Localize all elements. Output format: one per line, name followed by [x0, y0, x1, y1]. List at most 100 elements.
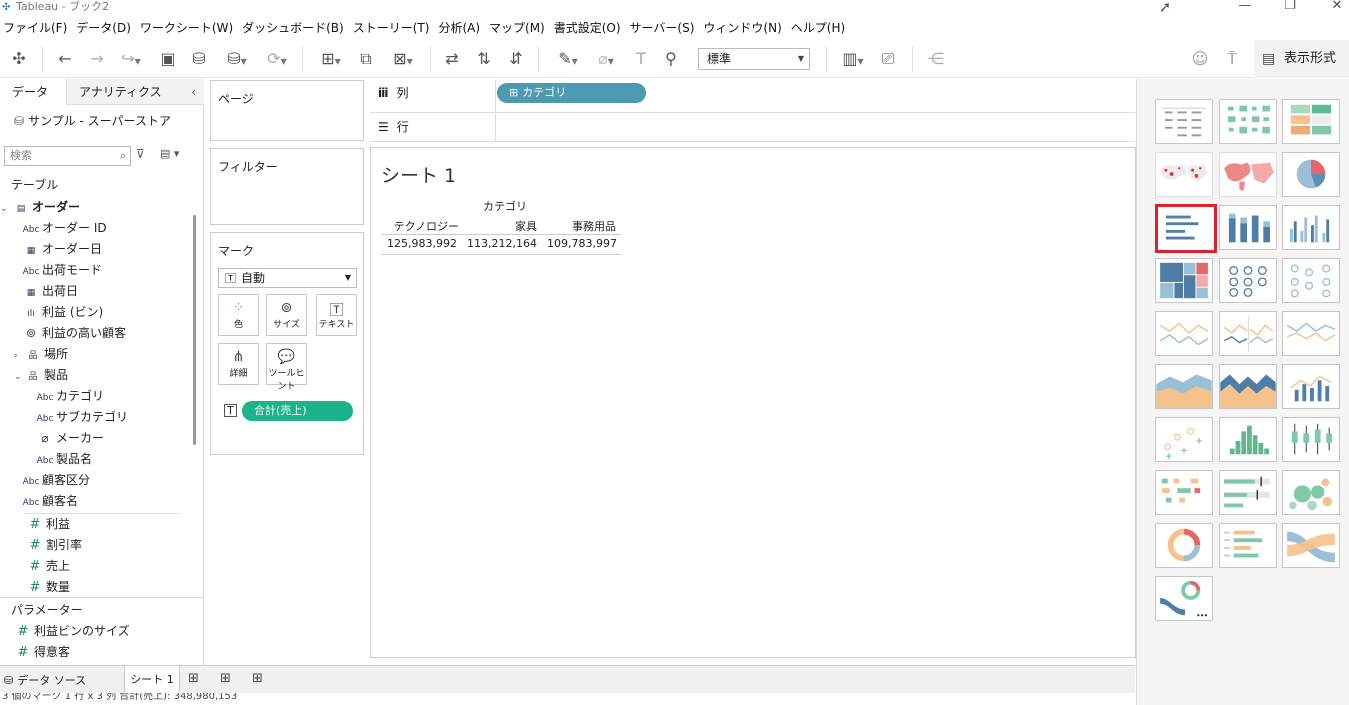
chart-type-packed-bubbles[interactable]: [1282, 470, 1340, 515]
show-cards-icon[interactable]: ▥▼: [836, 48, 870, 70]
menu-worksheet[interactable]: ワークシート(W): [137, 18, 239, 38]
chart-type-area-continuous[interactable]: [1155, 364, 1213, 409]
tableau-home-icon[interactable]: ✣: [8, 48, 30, 70]
maximize-button[interactable]: ❐: [1275, 0, 1305, 14]
menu-help[interactable]: ヘルプ(H): [788, 18, 851, 38]
replay-icon[interactable]: ↪▼: [114, 48, 148, 70]
worksheet-view[interactable]: シート 1 カテゴリ テクノロジー 家具 事務用品 125,983,992 11…: [370, 147, 1136, 658]
mark-pill-sum-sales[interactable]: 合計(売上): [242, 401, 353, 421]
swap-rows-columns-icon[interactable]: ⇄: [440, 48, 464, 70]
tab-analytics[interactable]: アナリティクス ‹: [66, 79, 204, 105]
field-item[interactable]: Abc 顧客区分: [20, 470, 210, 491]
close-button[interactable]: ✕: [1322, 0, 1349, 14]
sort-ascending-icon[interactable]: ⇅: [472, 48, 496, 70]
chart-type-box-whisker[interactable]: [1282, 417, 1340, 462]
menu-data[interactable]: データ(D): [73, 18, 137, 38]
table-item[interactable]: ⌄ ▤ オーダー: [0, 197, 190, 218]
rows-shelf[interactable]: ☰ 行: [370, 114, 1135, 142]
redo-icon[interactable]: →: [86, 48, 108, 70]
field-item[interactable]: › 品場所: [14, 344, 204, 365]
data-guide-icon[interactable]: ☺: [1188, 48, 1212, 70]
clear-sheet-icon[interactable]: ⊠▼: [384, 48, 422, 70]
color-button[interactable]: ⁘ 色: [218, 294, 259, 336]
sort-descending-icon[interactable]: ⇵: [504, 48, 528, 70]
new-datasource-icon[interactable]: ⛁: [188, 48, 210, 70]
chart-type-text-table[interactable]: [1155, 99, 1213, 144]
table-cell[interactable]: 125,983,992: [381, 237, 457, 250]
undo-icon[interactable]: ←: [54, 48, 76, 70]
new-story-icon[interactable]: ⊞: [252, 671, 263, 686]
fix-axes-icon[interactable]: ⚲: [660, 48, 682, 70]
columns-shelf[interactable]: ⅲ列 ⊞ カテゴリ: [370, 80, 1135, 113]
pages-shelf[interactable]: ページ: [210, 80, 364, 141]
column-pill-category[interactable]: ⊞ カテゴリ: [497, 83, 646, 103]
chart-type-heat-map[interactable]: [1219, 99, 1277, 144]
refresh-icon[interactable]: ⟳▼: [258, 48, 296, 70]
tooltip-button[interactable]: 💬 ツールヒント: [266, 343, 307, 392]
field-item[interactable]: ılı 利益 (ビン): [20, 302, 210, 323]
menu-map[interactable]: マップ(M): [486, 18, 551, 38]
new-dashboard-icon[interactable]: ⊞: [220, 671, 231, 686]
parameter-item[interactable]: # 得意客: [12, 642, 202, 663]
show-me-button[interactable]: ▤ 表示形式: [1254, 40, 1349, 78]
chart-type-donut[interactable]: [1155, 523, 1213, 568]
pause-updates-icon[interactable]: ⛁▼: [218, 48, 256, 70]
table-cell[interactable]: 109,783,997: [541, 237, 617, 250]
datasource-tab[interactable]: ⛁ データ ソース: [4, 672, 86, 688]
field-item[interactable]: ⊚ 利益の高い顧客: [20, 323, 210, 344]
field-item[interactable]: Abc オーダー ID: [20, 218, 210, 239]
new-worksheet-icon[interactable]: ⊞▼: [312, 48, 350, 70]
chart-type-dual-combination[interactable]: [1282, 364, 1340, 409]
search-input[interactable]: 検索 ⌕: [4, 146, 131, 166]
chart-type-gantt[interactable]: [1155, 470, 1213, 515]
group-members-icon[interactable]: ⌀▼: [588, 48, 624, 70]
filter-icon[interactable]: ⊽: [136, 147, 145, 161]
filters-shelf[interactable]: フィルター: [210, 148, 364, 225]
mark-type-select[interactable]: 🅃 自動 ▼: [218, 268, 357, 288]
scrollbar[interactable]: [193, 215, 196, 445]
detail-button[interactable]: ⋔ 詳細: [218, 343, 259, 385]
presentation-mode-icon[interactable]: ⎚: [876, 48, 900, 70]
field-item[interactable]: ▦ 出荷日: [20, 281, 210, 302]
field-item[interactable]: # 割引率: [24, 535, 214, 556]
field-item[interactable]: Abc 製品名: [34, 449, 224, 470]
highlight-icon[interactable]: ✎▼: [550, 48, 586, 70]
duplicate-sheet-icon[interactable]: ⧉: [354, 48, 378, 70]
chart-type-circle-views[interactable]: [1219, 258, 1277, 303]
field-item[interactable]: Abc 顧客名: [20, 491, 210, 512]
chart-type-discrete-lines[interactable]: [1219, 311, 1277, 356]
datasource-item[interactable]: ⛁ サンプル - スーパーストア: [14, 112, 171, 129]
parameter-item[interactable]: # 利益ビンのサイズ: [12, 621, 202, 642]
chart-type-table-bars[interactable]: [1219, 523, 1277, 568]
size-button[interactable]: ⊚ サイズ: [266, 294, 307, 336]
save-icon[interactable]: ▣: [157, 48, 179, 70]
chart-type-symbol-map[interactable]: [1155, 152, 1213, 197]
new-worksheet-icon[interactable]: ⊞: [188, 671, 199, 686]
menu-format[interactable]: 書式設定(O): [551, 18, 627, 38]
field-item[interactable]: # 数量: [24, 577, 214, 598]
chart-type-side-by-side-circles[interactable]: [1282, 258, 1340, 303]
chart-type-histogram[interactable]: [1219, 417, 1277, 462]
chart-type-bullet-graph[interactable]: [1219, 470, 1277, 515]
field-item[interactable]: ▦ オーダー日: [20, 239, 210, 260]
chart-type-continuous-lines[interactable]: [1155, 311, 1213, 356]
field-item[interactable]: # 利益: [24, 514, 214, 535]
chart-type-horizontal-bars[interactable]: [1155, 204, 1217, 253]
menu-dashboard[interactable]: ダッシュボード(B): [239, 18, 350, 38]
chart-type-area-discrete[interactable]: [1219, 364, 1277, 409]
collapse-pane-icon[interactable]: ‹: [191, 79, 196, 105]
chart-type-highlight-table[interactable]: [1282, 99, 1340, 144]
menu-file[interactable]: ファイル(F): [0, 18, 73, 38]
menu-analysis[interactable]: 分析(A): [435, 18, 486, 38]
field-item[interactable]: Abc 出荷モード: [20, 260, 210, 281]
fit-select[interactable]: 標準 ▼: [698, 48, 810, 70]
text-button[interactable]: 🅃 テキスト: [316, 294, 357, 336]
chart-type-side-by-side-bars[interactable]: [1282, 205, 1340, 250]
chart-type-more[interactable]: [1155, 576, 1213, 621]
tab-data[interactable]: データ: [0, 79, 66, 105]
view-options-icon[interactable]: ▤ ▾: [160, 147, 179, 160]
menu-server[interactable]: サーバー(S): [627, 18, 701, 38]
chart-type-sankey[interactable]: [1282, 523, 1340, 568]
chart-type-dual-lines[interactable]: [1282, 311, 1340, 356]
field-item[interactable]: # 売上: [24, 556, 214, 577]
